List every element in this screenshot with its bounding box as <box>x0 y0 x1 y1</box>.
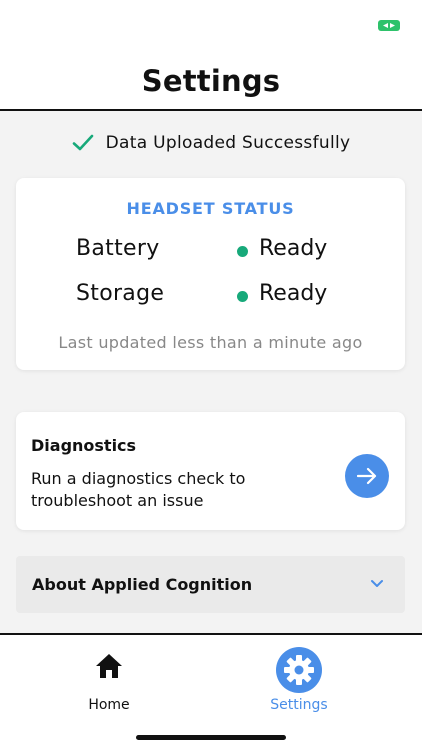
page-title: Settings <box>141 64 281 98</box>
upload-status-text: Data Uploaded Successfully <box>105 133 351 153</box>
settings-screen: Settings Data Uploaded Successfully HEAD… <box>0 0 422 750</box>
storage-status-value: Ready <box>259 281 328 306</box>
about-applied-cognition-row[interactable]: About Applied Cognition <box>16 556 405 613</box>
header: Settings <box>0 44 422 111</box>
settings-content[interactable]: Data Uploaded Successfully HEADSET STATU… <box>0 111 422 633</box>
diagnostics-title: Diagnostics <box>31 436 137 455</box>
last-updated-text: Last updated less than a minute ago <box>58 333 363 352</box>
status-bar <box>0 0 422 44</box>
battery-status-dot-icon <box>237 246 248 257</box>
tab-settings-label: Settings <box>270 697 328 713</box>
battery-status-row: Battery Ready <box>16 236 405 266</box>
gear-icon <box>276 647 322 693</box>
chevron-down-icon <box>371 580 383 587</box>
battery-label: Battery <box>76 236 160 261</box>
battery-indicator-icon <box>378 20 400 31</box>
tab-settings[interactable]: Settings <box>204 635 394 725</box>
arrow-right-icon <box>357 467 377 485</box>
tab-home[interactable]: Home <box>14 635 204 725</box>
headset-status-card: HEADSET STATUS Battery Ready Storage Rea… <box>16 178 405 370</box>
home-indicator[interactable] <box>136 735 286 740</box>
battery-status-value: Ready <box>259 236 328 261</box>
storage-label: Storage <box>76 281 165 306</box>
storage-status-dot-icon <box>237 291 248 302</box>
check-icon <box>72 134 93 151</box>
diagnostics-card[interactable]: Diagnostics Run a diagnostics check to t… <box>16 412 405 530</box>
tab-bar: Home Settings <box>0 633 422 750</box>
home-icon <box>96 654 122 678</box>
upload-status: Data Uploaded Successfully <box>0 131 422 155</box>
headset-status-title: HEADSET STATUS <box>126 199 295 218</box>
run-diagnostics-button[interactable] <box>345 454 389 498</box>
about-label: About Applied Cognition <box>32 575 253 594</box>
storage-status-row: Storage Ready <box>16 281 405 311</box>
tab-home-label: Home <box>88 697 130 713</box>
diagnostics-description: Run a diagnostics check to troubleshoot … <box>31 469 246 510</box>
